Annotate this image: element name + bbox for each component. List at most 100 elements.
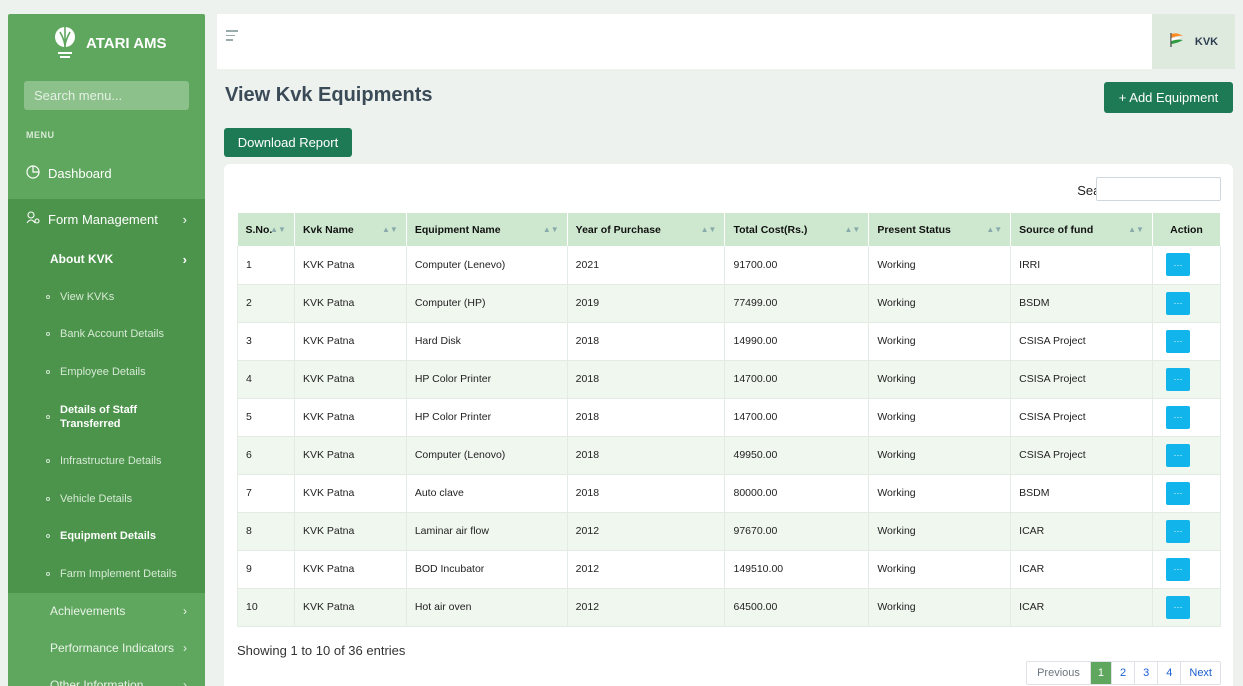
column-header-year[interactable]: Year of Purchase ▲▼ [567,213,726,246]
table-cell: 3 [237,322,295,361]
table-cell-action: ··· [1152,398,1222,437]
row-action-button[interactable]: ··· [1165,405,1190,429]
row-action-button[interactable]: ··· [1165,595,1190,619]
table-row: 9 KVK Patna BOD Incubator 2012 149510.00 Work… [237,550,1222,589]
table-cell: KVK Patna [294,322,407,361]
sidebar-item-about-kvk[interactable]: About KVK › [8,240,205,278]
table-header-row: S.No. ▲▼ Kvk Name ▲▼ Equipment Name ▲▼ Year… [237,213,1222,246]
submenu-item-employee[interactable]: Employee Details [8,353,205,391]
table-cell: 2019 [567,284,726,323]
sort-icon: ▲▼ [270,225,286,234]
pagination-next[interactable]: Next [1181,662,1220,684]
submenu-item-infrastructure[interactable]: Infrastructure Details [8,443,205,481]
row-action-button[interactable]: ··· [1165,291,1190,315]
column-header-source-of-fund[interactable]: Source of fund ▲▼ [1010,213,1153,246]
table-cell: 2012 [567,550,726,589]
submenu-item-vehicle[interactable]: Vehicle Details [8,480,205,518]
table-cell: Computer (Lenovo) [406,436,568,475]
submenu-item-staff-transferred[interactable]: Details of Staff Transferred [8,391,205,443]
table-cell-action: ··· [1152,246,1222,285]
table-cell: 8 [237,512,295,551]
sidebar-item-label: Performance Indicators [50,641,175,655]
sort-icon: ▲▼ [542,225,559,234]
table-cell: KVK Patna [294,474,407,513]
equipment-table: S.No. ▲▼ Kvk Name ▲▼ Equipment Name ▲▼ Year… [237,213,1222,627]
table-cell: Working [868,550,1012,589]
column-header-equipment-name[interactable]: Equipment Name ▲▼ [406,213,568,246]
row-action-button[interactable]: ··· [1165,557,1190,581]
table-cell: Hard Disk [406,322,568,361]
column-header-sno[interactable]: S.No. ▲▼ [237,213,295,246]
table-row: 5 KVK Patna HP Color Printer 2018 14700.00 Wo… [237,398,1222,437]
table-cell: 2012 [567,512,726,551]
table-cell: KVK Patna [294,398,407,437]
row-action-button[interactable]: ··· [1165,519,1190,543]
pagination-page-3[interactable]: 3 [1135,662,1159,684]
submenu-item-view-kvks[interactable]: View KVKs [8,278,205,316]
column-header-present-status[interactable]: Present Status ▲▼ [868,213,1012,246]
table-cell: KVK Patna [294,246,407,285]
sidebar-item-label: About KVK [50,252,114,266]
pagination: Previous 1 2 3 4 Next [1026,661,1221,685]
table-cell: HP Color Printer [406,360,568,399]
pagination-previous[interactable]: Previous [1027,662,1091,684]
table-cell: 6 [237,436,295,475]
submenu-label: Vehicle Details [60,492,133,505]
user-name: KVK [1194,35,1219,48]
table-cell: 14700.00 [724,398,870,437]
sidebar-item-form-management[interactable]: Form Management › [8,199,205,240]
row-action-button[interactable]: ··· [1165,443,1190,467]
sort-icon: ▲▼ [700,225,717,234]
table-cell: 2021 [567,246,726,285]
table-cell: 2018 [567,436,726,475]
menu-heading: MENU [26,130,55,140]
table-cell: 2 [237,284,295,323]
table-search-input[interactable] [1096,177,1221,201]
submenu-item-farm-implement[interactable]: Farm Implement Details [8,555,205,593]
equipment-table-card: Search: S.No.▲▼ Kvk Name▲▼ Equipment Nam… [224,164,1233,686]
bullet-icon [46,294,50,299]
column-header-kvk-name[interactable]: Kvk Name ▲▼ [294,213,407,246]
table-cell: Working [868,588,1012,627]
table-cell: Hot air oven [406,588,568,627]
hamburger-icon[interactable] [226,30,238,44]
user-menu[interactable]: KVK [1152,14,1235,69]
table-cell: ICAR [1010,588,1153,627]
submenu-item-bank-account[interactable]: Bank Account Details [8,316,205,354]
table-info: Showing 1 to 10 of 36 entries [237,643,406,658]
add-equipment-button[interactable]: + Add Equipment [1104,82,1233,113]
table-cell: KVK Patna [294,512,407,551]
table-cell: 2012 [567,588,726,627]
brand[interactable]: ATARI AMS [8,14,205,72]
chevron-right-icon: › [183,604,187,618]
table-cell: Computer (HP) [406,284,568,323]
search-menu-input[interactable]: Search menu... [24,81,189,110]
pagination-page-2[interactable]: 2 [1112,662,1136,684]
row-action-button[interactable]: ··· [1165,367,1190,391]
column-label: Action [1170,223,1203,236]
table-cell: Computer (Lenevo) [406,246,568,285]
sidebar-item-performance-indicators[interactable]: Performance Indicators › [8,630,205,667]
column-header-total-cost[interactable]: Total Cost(Rs.) ▲▼ [724,213,870,246]
row-action-button[interactable]: ··· [1165,329,1190,353]
table-cell: Working [868,284,1012,323]
table-row: 1 KVK Patna Computer (Lenevo) 2021 91700.00 W… [237,246,1222,285]
submenu-item-equipment[interactable]: Equipment Details [8,518,205,556]
sidebar-item-other-information[interactable]: Other Information › [8,667,205,686]
table-cell-action: ··· [1152,588,1222,627]
table-cell: 2018 [567,474,726,513]
table-cell: Working [868,474,1012,513]
table-cell: BSDM [1010,284,1153,323]
pagination-page-1[interactable]: 1 [1090,662,1112,684]
sidebar-item-dashboard[interactable]: Dashboard [8,162,205,184]
table-cell-action: ··· [1152,360,1222,399]
row-action-button[interactable]: ··· [1165,253,1190,277]
table-cell: IRRI [1010,246,1153,285]
chevron-right-icon: › [182,251,187,267]
download-report-button[interactable]: Download Report [224,128,352,157]
sidebar-item-achievements[interactable]: Achievements › [8,593,205,630]
pagination-page-4[interactable]: 4 [1158,662,1182,684]
dashboard-pie-icon [26,164,40,182]
row-action-button[interactable]: ··· [1165,481,1190,505]
table-cell: CSISA Project [1010,436,1153,475]
